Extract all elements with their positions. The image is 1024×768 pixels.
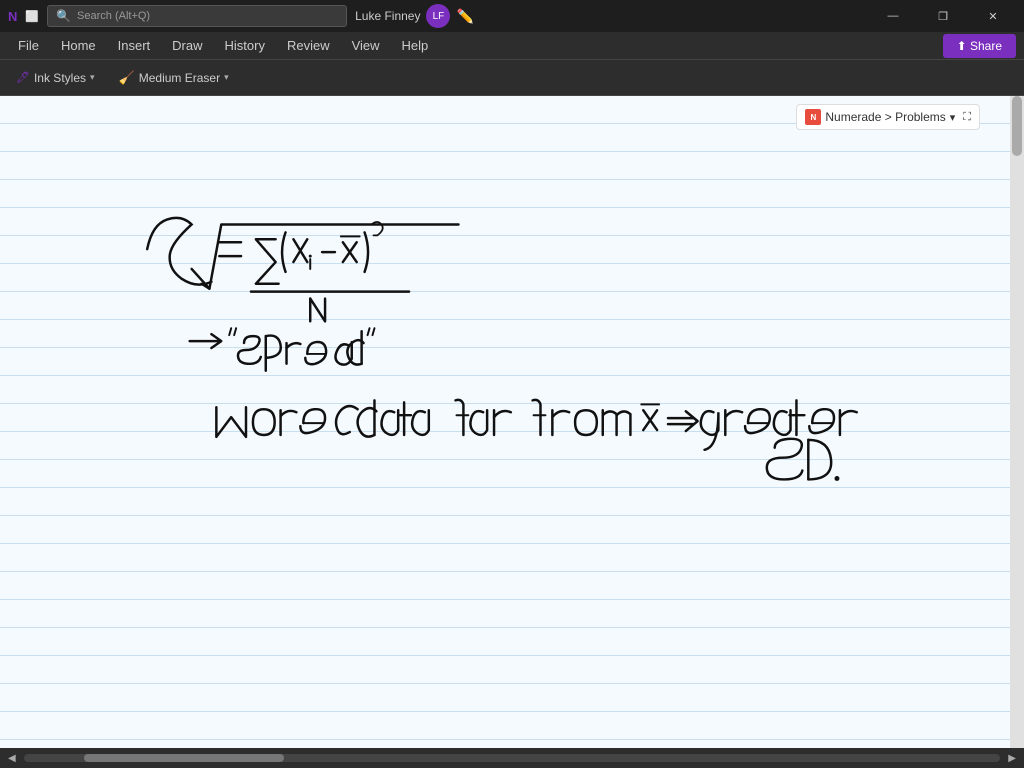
lined-paper-background: N Numerade > Problems ▾ ⛶ bbox=[0, 96, 1010, 768]
note-page[interactable]: N Numerade > Problems ▾ ⛶ bbox=[0, 96, 1010, 768]
numerade-panel[interactable]: N Numerade > Problems ▾ ⛶ bbox=[796, 104, 980, 130]
search-icon: 🔍 bbox=[56, 9, 71, 23]
ink-styles-label: Ink Styles bbox=[34, 71, 86, 85]
app-favicon: ⬜ bbox=[25, 10, 39, 23]
menu-help[interactable]: Help bbox=[392, 34, 439, 57]
title-bar: N ⬜ 🔍 Search (Alt+Q) Luke Finney LF ✏️ —… bbox=[0, 0, 1024, 32]
ink-styles-dropdown-arrow: ▾ bbox=[90, 72, 95, 83]
numerade-dropdown-arrow[interactable]: ▾ bbox=[950, 111, 956, 124]
horizontal-scrollbar[interactable] bbox=[24, 754, 1001, 762]
menu-file[interactable]: File bbox=[8, 34, 49, 57]
vertical-scrollbar[interactable] bbox=[1010, 96, 1024, 768]
menu-view[interactable]: View bbox=[342, 34, 390, 57]
numerade-expand-icon[interactable]: ⛶ bbox=[963, 111, 971, 124]
minimize-button[interactable]: — bbox=[870, 0, 916, 32]
window-controls: — ❐ ✕ bbox=[870, 0, 1016, 32]
share-button[interactable]: ⬆ Share bbox=[943, 34, 1016, 58]
scrollbar-thumb[interactable] bbox=[1012, 96, 1022, 156]
menu-insert[interactable]: Insert bbox=[108, 34, 161, 57]
horizontal-scrollbar-thumb[interactable] bbox=[84, 754, 284, 762]
numerade-label: Numerade > Problems bbox=[825, 110, 945, 124]
scroll-right-button[interactable]: ▶ bbox=[1008, 753, 1016, 764]
search-placeholder: Search (Alt+Q) bbox=[77, 10, 150, 22]
user-name: Luke Finney bbox=[355, 9, 420, 23]
menu-home[interactable]: Home bbox=[51, 34, 106, 57]
eraser-label: Medium Eraser bbox=[139, 71, 220, 85]
ink-styles-button[interactable]: 🖊 Ink Styles ▾ bbox=[8, 67, 103, 89]
main-area: N Numerade > Problems ▾ ⛶ bbox=[0, 96, 1024, 768]
menu-bar: File Home Insert Draw History Review Vie… bbox=[0, 32, 1024, 60]
search-bar[interactable]: 🔍 Search (Alt+Q) bbox=[47, 5, 347, 27]
numerade-icon: N bbox=[805, 109, 821, 125]
menu-history[interactable]: History bbox=[215, 34, 275, 57]
pen-tool-icon[interactable]: ✏️ bbox=[456, 8, 473, 25]
menu-draw[interactable]: Draw bbox=[162, 34, 212, 57]
maximize-button[interactable]: ❐ bbox=[920, 0, 966, 32]
toolbar: 🖊 Ink Styles ▾ 🧹 Medium Eraser ▾ bbox=[0, 60, 1024, 96]
handwriting-content bbox=[0, 96, 996, 768]
menu-review[interactable]: Review bbox=[277, 34, 340, 57]
scroll-left-button[interactable]: ◀ bbox=[8, 753, 16, 764]
eraser-button[interactable]: 🧹 Medium Eraser ▾ bbox=[111, 66, 237, 90]
close-button[interactable]: ✕ bbox=[970, 0, 1016, 32]
numerade-header: N Numerade > Problems ▾ ⛶ bbox=[797, 105, 979, 129]
user-area: Luke Finney LF ✏️ bbox=[355, 4, 474, 28]
bottom-bar: ◀ ▶ bbox=[0, 748, 1024, 768]
ink-styles-icon: 🖊 bbox=[16, 71, 30, 84]
onenote-logo-icon: N bbox=[8, 9, 17, 24]
user-avatar[interactable]: LF bbox=[426, 4, 450, 28]
eraser-icon: 🧹 bbox=[119, 70, 135, 86]
eraser-dropdown-arrow: ▾ bbox=[224, 72, 229, 83]
